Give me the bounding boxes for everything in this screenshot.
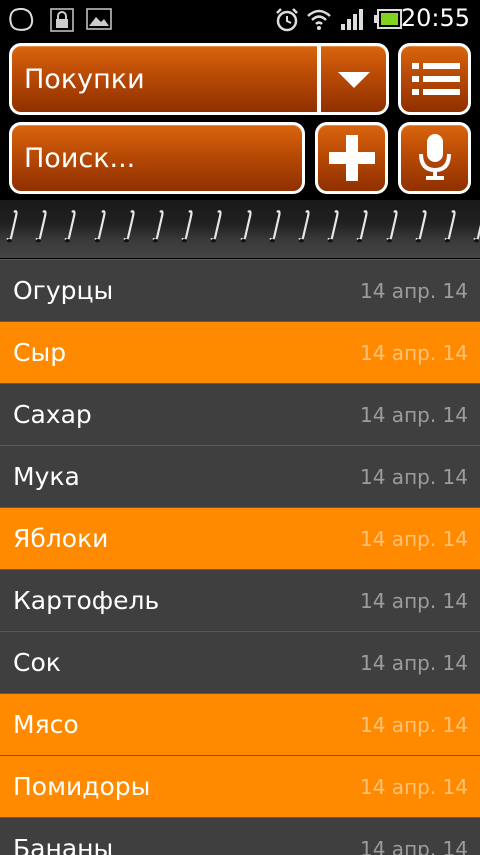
item-date: 14 апр. 14 [360, 340, 468, 365]
list-item[interactable]: Сок 14 апр. 14 [0, 632, 480, 694]
item-date: 14 апр. 14 [360, 464, 468, 489]
list-item[interactable]: Яблоки 14 апр. 14 [0, 508, 480, 570]
clock: 20:55 [400, 4, 470, 32]
shopping-list: Огурцы 14 апр. 14 Сыр 14 апр. 14 Сахар 14 апр… [0, 259, 480, 855]
alarm-icon [276, 8, 298, 32]
wifi-icon [307, 9, 331, 30]
item-date: 14 апр. 14 [360, 588, 468, 613]
spiral-binding [0, 200, 480, 258]
voice-input-button[interactable] [398, 122, 471, 194]
spiral-ring [152, 210, 164, 243]
image-icon [86, 8, 112, 30]
item-date: 14 апр. 14 [360, 526, 468, 551]
spiral-ring [298, 210, 310, 243]
spiral-ring [327, 210, 339, 243]
item-name: Картофель [13, 586, 160, 615]
signal-icon [341, 9, 363, 30]
spiral-ring [415, 210, 427, 243]
item-name: Яблоки [13, 524, 109, 553]
spiral-ring [357, 210, 368, 243]
battery-icon [374, 9, 402, 29]
item-date: 14 апр. 14 [360, 836, 468, 855]
list-item[interactable]: Сыр 14 апр. 14 [0, 322, 480, 384]
spiral-ring [181, 210, 193, 243]
item-name: Сок [13, 648, 61, 677]
item-date: 14 апр. 14 [360, 278, 468, 303]
list-icon [412, 63, 460, 95]
item-date: 14 апр. 14 [360, 712, 468, 737]
notification-icon [9, 8, 34, 31]
list-item[interactable]: Помидоры 14 апр. 14 [0, 756, 480, 818]
item-date: 14 апр. 14 [360, 650, 468, 675]
spiral-ring [240, 210, 252, 243]
search-input[interactable]: Поиск... [9, 122, 305, 194]
list-item[interactable]: Огурцы 14 апр. 14 [0, 260, 480, 322]
add-item-button[interactable] [315, 122, 388, 194]
list-menu-button[interactable] [398, 43, 471, 115]
spiral-ring [444, 210, 456, 243]
spiral-ring [123, 210, 135, 243]
toolbar: Покупки Поиск... [0, 38, 480, 200]
plus-icon [329, 135, 375, 181]
spiral-ring [386, 210, 398, 243]
search-placeholder: Поиск... [24, 142, 136, 174]
spiral-ring [473, 225, 480, 243]
item-date: 14 апр. 14 [360, 402, 468, 427]
spiral-ring [6, 210, 18, 243]
spiral-ring [269, 210, 281, 243]
list-selector[interactable]: Покупки [9, 43, 389, 115]
spiral-ring [35, 210, 47, 243]
list-item[interactable]: Бананы 14 апр. 14 [0, 818, 480, 855]
item-name: Сахар [13, 400, 92, 429]
item-name: Бананы [13, 834, 114, 855]
chevron-down-icon[interactable] [338, 72, 370, 88]
list-item[interactable]: Сахар 14 апр. 14 [0, 384, 480, 446]
lock-icon [50, 8, 74, 32]
item-name: Помидоры [13, 772, 151, 801]
list-item[interactable]: Мука 14 апр. 14 [0, 446, 480, 508]
item-date: 14 апр. 14 [360, 774, 468, 799]
item-name: Сыр [13, 338, 67, 367]
spiral-ring [211, 210, 222, 243]
item-name: Огурцы [13, 276, 114, 305]
list-item[interactable]: Мясо 14 апр. 14 [0, 694, 480, 756]
spiral-ring [65, 210, 76, 243]
status-bar: 20:55 [0, 0, 480, 38]
microphone-icon [419, 134, 451, 180]
spiral-ring [94, 210, 106, 243]
list-item[interactable]: Картофель 14 апр. 14 [0, 570, 480, 632]
item-name: Мука [13, 462, 80, 491]
item-name: Мясо [13, 710, 79, 739]
list-name: Покупки [24, 63, 145, 95]
selector-divider [317, 46, 321, 112]
